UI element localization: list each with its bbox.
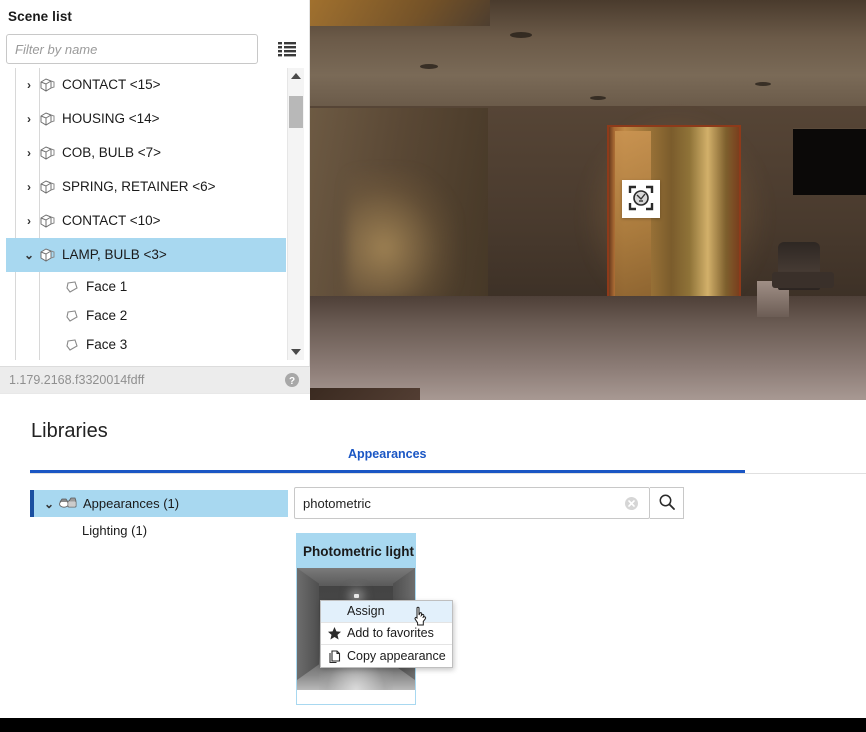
context-menu: Assign Add to favorites Copy appearance [320, 600, 453, 668]
tree-item-lamp-bulb-3[interactable]: ⌄ LAMP, BULB <3> [6, 238, 286, 272]
face-icon [64, 309, 80, 323]
tree-item-label: LAMP, BULB <3> [62, 248, 167, 262]
body-icon [38, 213, 56, 229]
tree-item-label: HOUSING <14> [62, 112, 160, 126]
tree-item-label: Face 2 [86, 309, 127, 323]
libraries-tree: ⌄ Appearances (1) Lighting (1) [30, 490, 288, 543]
library-item-appearances[interactable]: ⌄ Appearances (1) [30, 490, 288, 517]
appearance-card-footer [297, 690, 415, 704]
tree-item-label: CONTACT <10> [62, 214, 161, 228]
status-bar: 1.179.2168.f3320014fdff ? [0, 366, 310, 393]
chevron-right-icon[interactable]: › [22, 79, 36, 91]
tab-bar: Appearances [30, 447, 866, 474]
tree-item-face-1[interactable]: Face 1 [6, 272, 286, 301]
tree-item-label: Face 3 [86, 338, 127, 352]
scroll-down-arrow-icon[interactable] [288, 344, 304, 360]
tree-item-label: Face 1 [86, 280, 127, 294]
help-icon[interactable]: ? [284, 372, 300, 388]
face-icon [64, 338, 80, 352]
scene-filter-input[interactable] [6, 34, 258, 64]
filter-row [6, 34, 304, 66]
scrollbar-thumb[interactable] [289, 96, 303, 128]
context-menu-item-assign[interactable]: Assign [321, 601, 452, 623]
zoom-to-selection-icon [628, 185, 654, 214]
chevron-down-icon[interactable]: ⌄ [42, 497, 56, 511]
library-search [294, 487, 684, 519]
list-view-icon[interactable] [276, 39, 298, 59]
appearance-card-title: Photometric light [303, 544, 414, 559]
library-item-label: Lighting (1) [82, 523, 147, 538]
chevron-right-icon[interactable]: › [22, 181, 36, 193]
svg-text:?: ? [289, 376, 295, 387]
tree-item-contact-15[interactable]: › CONTACT <15> [6, 68, 286, 102]
rendered-room-scene [310, 0, 866, 428]
appearances-icon [58, 496, 78, 511]
library-item-label: Appearances (1) [83, 496, 179, 511]
context-menu-item-label: Add to favorites [347, 627, 434, 640]
scene-tree: › CONTACT <15> › [6, 68, 304, 360]
clear-search-icon[interactable] [624, 496, 639, 511]
scene-tree-rows: › CONTACT <15> › [6, 68, 286, 360]
page-title: Scene list [8, 9, 72, 24]
search-icon [658, 493, 676, 514]
star-icon [321, 626, 347, 642]
tree-item-label: CONTACT <15> [62, 78, 161, 92]
tab-appearances[interactable]: Appearances [348, 447, 427, 461]
chevron-right-icon[interactable]: › [22, 215, 36, 227]
body-icon [38, 111, 56, 127]
tree-item-spring-retainer-6[interactable]: › SPRING, RETAINER <6> [6, 170, 286, 204]
context-menu-item-add-to-favorites[interactable]: Add to favorites [321, 623, 452, 645]
libraries-panel: Libraries Appearances ⌄ Appearances (1) … [0, 400, 866, 718]
appearance-card-header: Photometric light [297, 534, 415, 568]
body-icon [38, 145, 56, 161]
body-icon [38, 179, 56, 195]
scroll-up-arrow-icon[interactable] [288, 68, 304, 84]
context-menu-item-label: Copy appearance [347, 650, 446, 663]
scene-tree-scrollbar[interactable] [287, 68, 304, 360]
assign-icon-placeholder [321, 604, 347, 620]
face-icon [64, 280, 80, 294]
chevron-down-icon[interactable]: ⌄ [22, 249, 36, 261]
tree-item-cob-bulb-7[interactable]: › COB, BULB <7> [6, 136, 286, 170]
body-icon [38, 247, 56, 263]
tree-item-face-2[interactable]: Face 2 [6, 301, 286, 330]
libraries-title: Libraries [31, 420, 108, 443]
build-id-text: 1.179.2168.f3320014fdff [9, 373, 144, 387]
3d-viewport[interactable] [310, 0, 866, 428]
zoom-to-selection-button[interactable] [622, 180, 660, 218]
tree-item-housing-14[interactable]: › HOUSING <14> [6, 102, 286, 136]
bottom-black-bar [0, 718, 866, 732]
active-tab-underline [30, 470, 745, 473]
library-item-lighting[interactable]: Lighting (1) [30, 517, 288, 543]
chevron-right-icon[interactable]: › [22, 147, 36, 159]
search-input[interactable] [294, 487, 650, 519]
chevron-right-icon[interactable]: › [22, 113, 36, 125]
tree-item-contact-10[interactable]: › CONTACT <10> [6, 204, 286, 238]
search-button[interactable] [650, 487, 684, 519]
context-menu-item-copy-appearance[interactable]: Copy appearance [321, 645, 452, 667]
tree-item-label: SPRING, RETAINER <6> [62, 180, 216, 194]
body-icon [38, 77, 56, 93]
tree-item-face-3[interactable]: Face 3 [6, 330, 286, 359]
tree-item-label: COB, BULB <7> [62, 146, 161, 160]
context-menu-item-label: Assign [347, 605, 385, 618]
copy-icon [321, 648, 347, 664]
scene-list-panel: Scene list › [0, 0, 310, 400]
